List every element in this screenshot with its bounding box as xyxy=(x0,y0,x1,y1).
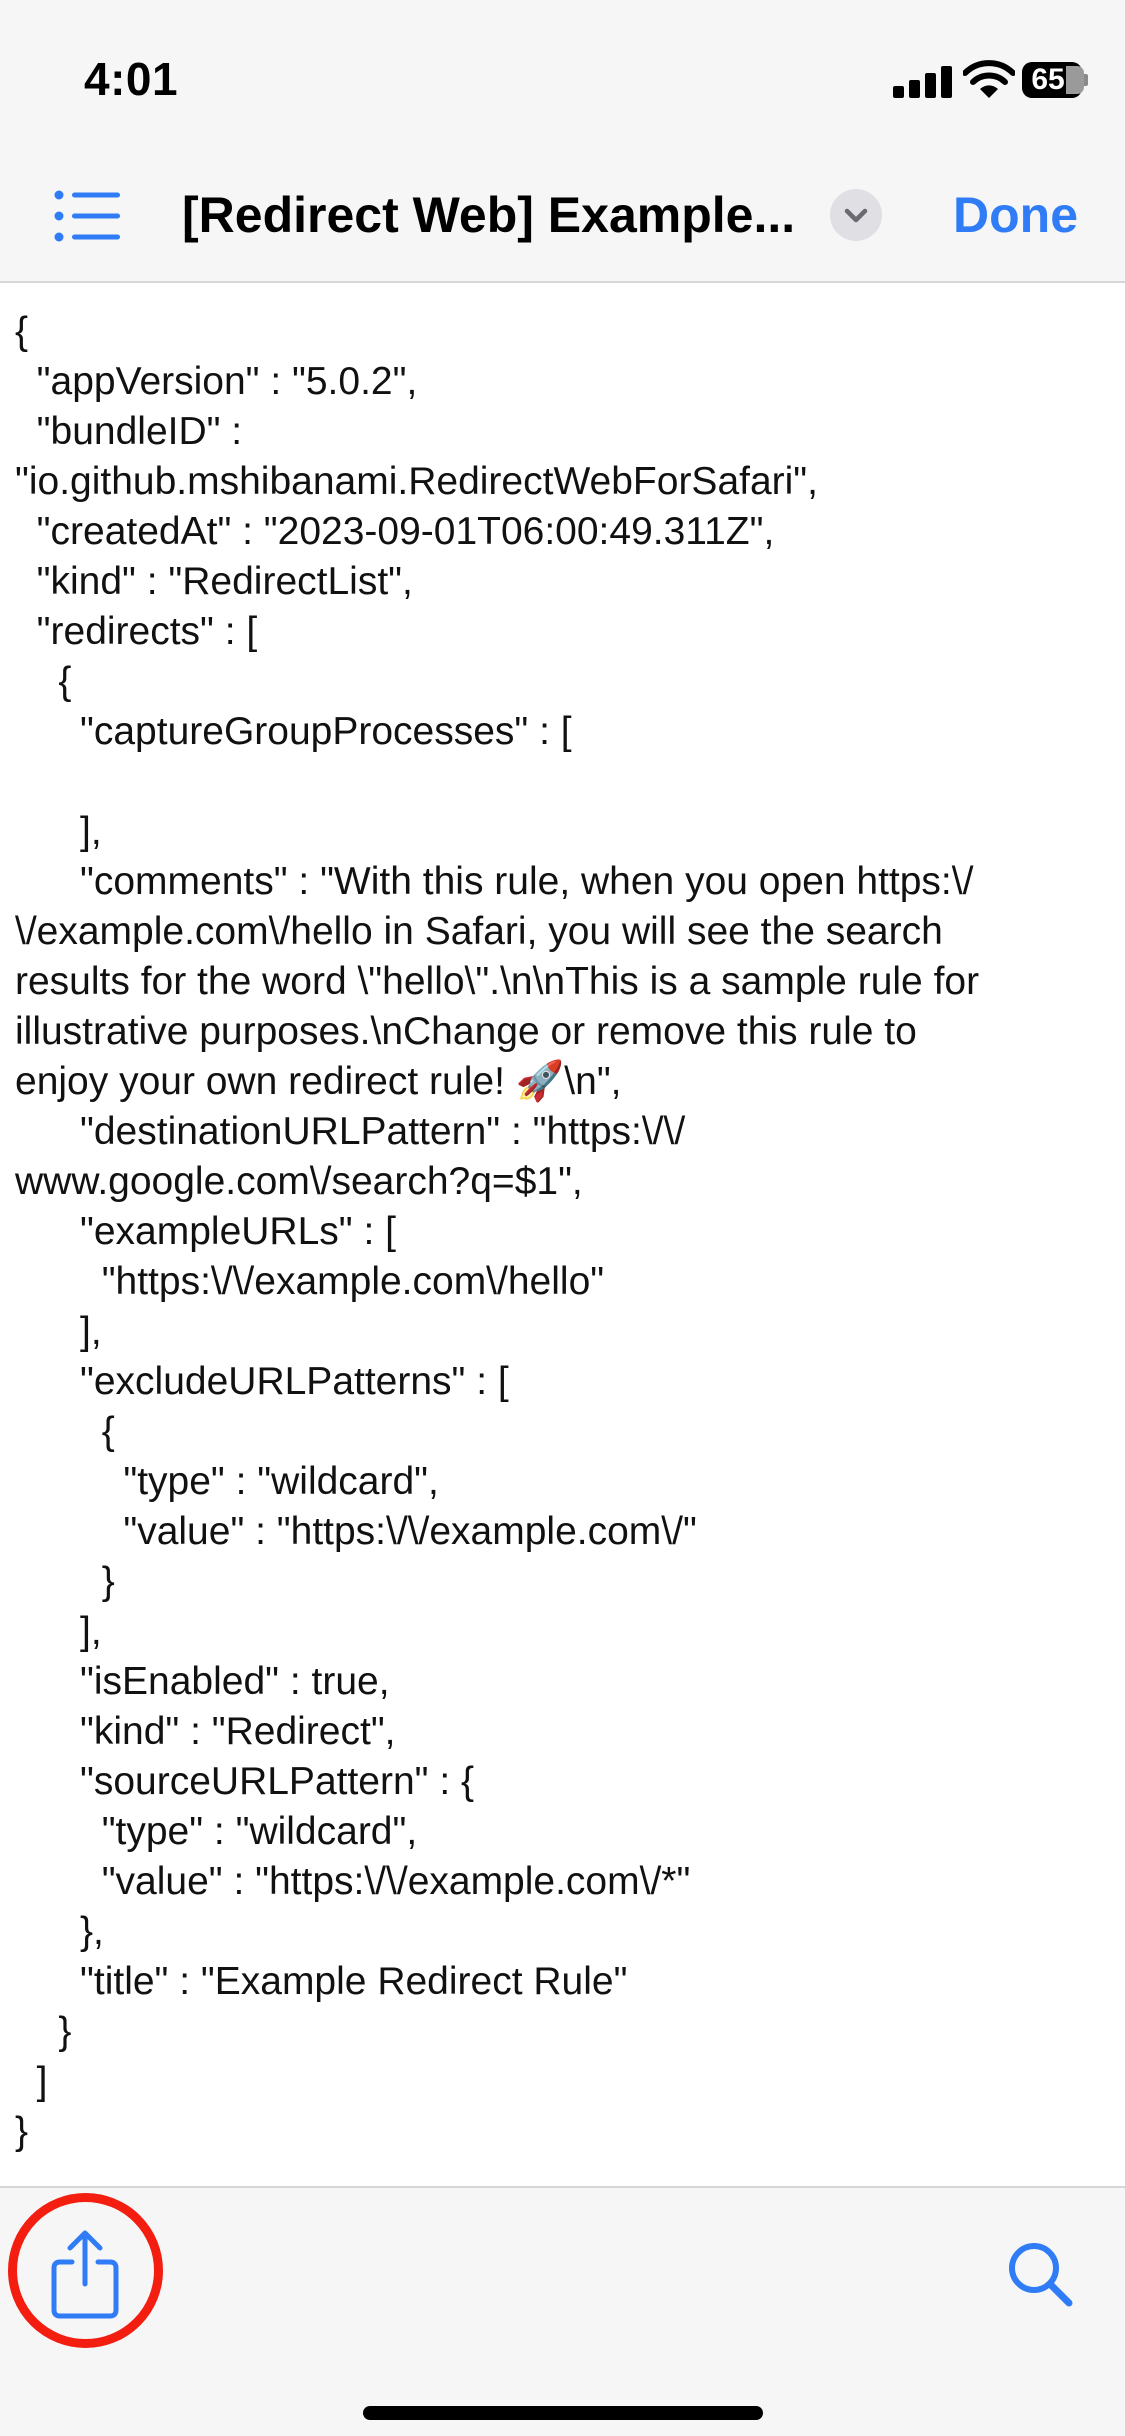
json-line: \/example.com\/hello in Safari, you will… xyxy=(15,910,943,953)
share-icon xyxy=(51,2230,119,2319)
navigation-bar: [Redirect Web] Example... Done xyxy=(0,150,1125,283)
document-title: [Redirect Web] Example... xyxy=(182,187,796,243)
json-line: "type" : "wildcard", xyxy=(15,1810,418,1853)
json-line: "captureGroupProcesses" : [ xyxy=(15,710,572,753)
share-button[interactable] xyxy=(48,2228,122,2320)
json-line: } xyxy=(15,1560,115,1603)
json-line: "https:\/\/example.com\/hello" xyxy=(15,1260,605,1303)
json-line: } xyxy=(15,2110,29,2153)
json-line: ], xyxy=(15,1610,102,1653)
json-line: "kind" : "RedirectList", xyxy=(15,560,413,603)
json-line: } xyxy=(15,2010,72,2053)
json-line xyxy=(15,757,1115,807)
json-line: results for the word \"hello\".\n\nThis … xyxy=(15,960,980,1003)
json-line: "kind" : "Redirect", xyxy=(15,1710,396,1753)
json-line: "io.github.mshibanami.RedirectWebForSafa… xyxy=(15,460,818,503)
battery-level: 65 xyxy=(1031,63,1065,96)
json-line: enjoy your own redirect rule! 🚀\n", xyxy=(15,1060,622,1103)
battery-icon: 65 xyxy=(1022,62,1088,98)
json-line: ] xyxy=(15,2060,48,2103)
done-button[interactable]: Done xyxy=(953,186,1078,244)
bottom-toolbar xyxy=(0,2186,1125,2436)
json-line: illustrative purposes.\nChange or remove… xyxy=(15,1010,917,1053)
json-line: { xyxy=(15,310,29,353)
list-icon[interactable] xyxy=(54,190,122,242)
signal-icon xyxy=(893,64,955,98)
json-line: { xyxy=(15,660,72,703)
json-line: "excludeURLPatterns" : [ xyxy=(15,1360,509,1403)
json-text: { "appVersion" : "5.0.2", "bundleID" : "i… xyxy=(15,307,1115,2157)
wifi-icon xyxy=(962,60,1016,100)
json-line: "redirects" : [ xyxy=(15,610,258,653)
json-line: "value" : "https:\/\/example.com\/*" xyxy=(15,1860,691,1903)
json-line: www.google.com\/search?q=$1", xyxy=(15,1160,583,1203)
json-line: "type" : "wildcard", xyxy=(15,1460,439,1503)
status-time: 4:01 xyxy=(84,53,179,105)
title-menu-button[interactable] xyxy=(830,189,882,241)
json-line: { xyxy=(15,1410,115,1453)
json-line: "appVersion" : "5.0.2", xyxy=(15,360,418,403)
home-indicator[interactable] xyxy=(363,2406,763,2420)
document-content[interactable]: { "appVersion" : "5.0.2", "bundleID" : "i… xyxy=(0,285,1125,2185)
json-line: "bundleID" : xyxy=(15,410,243,453)
status-bar: 4:01 65 xyxy=(0,0,1125,150)
chevron-down-icon xyxy=(844,208,868,223)
json-line: "value" : "https:\/\/example.com\/" xyxy=(15,1510,697,1553)
json-line: "sourceURLPattern" : { xyxy=(15,1760,475,1803)
json-line: "exampleURLs" : [ xyxy=(15,1210,396,1253)
json-line: }, xyxy=(15,1910,104,1953)
search-button[interactable] xyxy=(1006,2240,1074,2308)
json-line: ], xyxy=(15,810,102,853)
json-line: "isEnabled" : true, xyxy=(15,1660,390,1703)
json-line: ], xyxy=(15,1310,102,1353)
json-line: "createdAt" : "2023-09-01T06:00:49.311Z"… xyxy=(15,510,775,553)
json-line: "destinationURLPattern" : "https:\/\/ xyxy=(15,1110,686,1153)
json-line: "title" : "Example Redirect Rule" xyxy=(15,1960,628,2003)
json-line: "comments" : "With this rule, when you o… xyxy=(15,860,974,903)
search-icon xyxy=(1009,2243,1073,2307)
